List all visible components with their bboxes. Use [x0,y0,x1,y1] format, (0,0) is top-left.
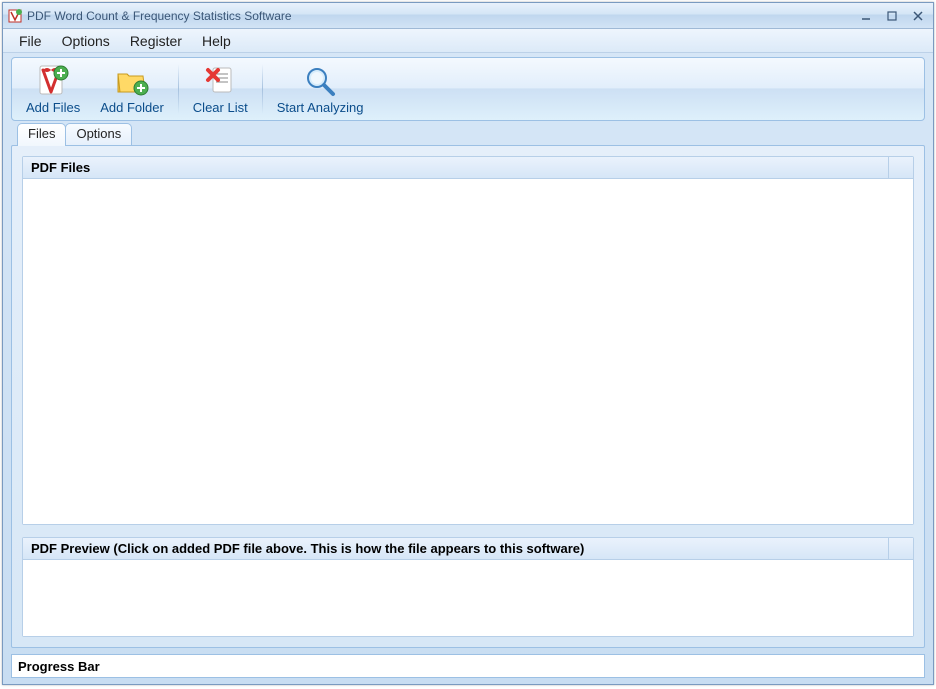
pdf-preview-group: PDF Preview (Click on added PDF file abo… [22,537,914,637]
close-button[interactable] [907,8,929,24]
tab-options[interactable]: Options [65,123,132,145]
minimize-button[interactable] [855,8,877,24]
add-folder-button[interactable]: Add Folder [90,59,174,119]
menu-options[interactable]: Options [54,31,118,51]
menu-file[interactable]: File [11,31,50,51]
tab-files[interactable]: Files [17,123,66,146]
start-analyzing-label: Start Analyzing [277,100,364,115]
add-folder-label: Add Folder [100,100,164,115]
titlebar: PDF Word Count & Frequency Statistics So… [3,3,933,29]
progress-bar: Progress Bar [11,654,925,678]
clear-list-label: Clear List [193,100,248,115]
pdf-preview-area [23,560,913,636]
add-files-button[interactable]: Add Files [16,59,90,119]
window-controls [855,8,929,24]
menubar: File Options Register Help [3,29,933,53]
window-title: PDF Word Count & Frequency Statistics So… [27,9,855,23]
pdf-preview-header: PDF Preview (Click on added PDF file abo… [23,538,913,560]
add-files-label: Add Files [26,100,80,115]
toolbar-separator-2 [262,64,263,114]
menu-help[interactable]: Help [194,31,239,51]
content-area: Files Options PDF Files PDF Preview (Cli… [11,123,925,648]
toolbar-separator [178,64,179,114]
pdf-files-list[interactable] [23,179,913,524]
app-window: PDF Word Count & Frequency Statistics So… [2,2,934,685]
clear-list-button[interactable]: Clear List [183,59,258,119]
app-icon [7,8,23,24]
pdf-add-icon [36,64,70,98]
progress-label: Progress Bar [18,659,100,674]
toolbar: Add Files Add Folder [11,57,925,121]
folder-add-icon [115,64,149,98]
pdf-files-header: PDF Files [23,157,913,179]
tabs-row: Files Options [11,123,925,145]
start-analyzing-button[interactable]: Start Analyzing [267,59,374,119]
maximize-button[interactable] [881,8,903,24]
tab-panel-files: PDF Files PDF Preview (Click on added PD… [11,145,925,648]
clear-icon [203,64,237,98]
magnifier-icon [303,64,337,98]
pdf-files-group: PDF Files [22,156,914,525]
menu-register[interactable]: Register [122,31,190,51]
